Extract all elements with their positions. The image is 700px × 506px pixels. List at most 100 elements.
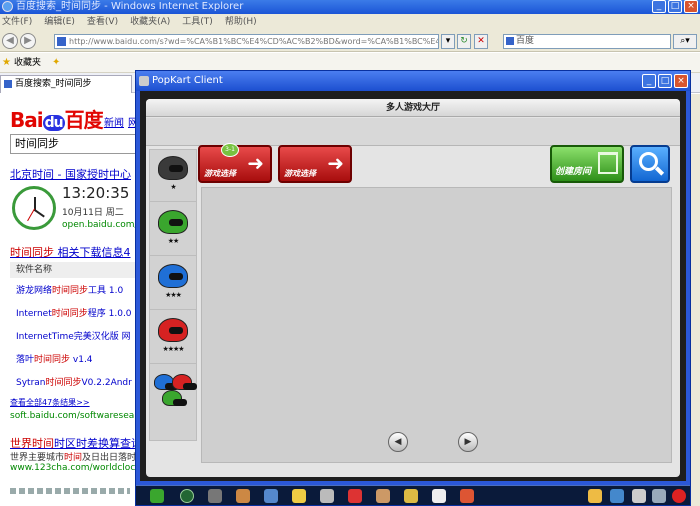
helmet-icon [154,374,179,390]
helmet-icon [158,156,188,180]
ie-tab-title: 百度搜索_时间同步 [15,79,92,89]
back-arrow-icon[interactable]: ◀ [2,33,18,49]
download-item[interactable]: 落叶时间同步 v1.4 [16,352,93,365]
tools-icon[interactable] [320,489,334,503]
folder-icon[interactable] [404,489,418,503]
result-url[interactable]: www.123cha.com/worldclock/ 2 [10,463,152,473]
result-title-truncated[interactable] [10,488,130,494]
result-title-beijing-time[interactable]: 北京时间 - 国家授时中心 [10,166,131,182]
helmet-icon [158,264,188,288]
ie-maximize-button[interactable]: □ [668,0,682,13]
menu-favorites[interactable]: 收藏夹(A) [130,14,170,30]
download-item[interactable]: Sytran时间同步V0.2.2Andr [16,375,132,388]
lock-icon[interactable] [292,489,306,503]
download-url[interactable]: soft.baidu.com/softwaresearch/ [10,411,151,421]
baidu-search-input[interactable]: 时间同步 [10,134,140,154]
rank-item-1[interactable]: ★ [150,150,196,202]
pk-maximize-button[interactable]: □ [658,74,672,88]
menu-view[interactable]: 查看(V) [87,14,118,30]
heart-icon[interactable] [348,489,362,503]
helmet-icon [158,210,188,234]
book-icon[interactable] [432,489,446,503]
popkart-title: PopKart Client [152,75,223,86]
lobby-header-band [146,118,680,146]
rank-item-3[interactable]: ★★★ [150,258,196,310]
rank-sidebar: ★ ★★ ★★★ ★★★★ [149,149,197,441]
prev-page-button[interactable]: ◀ [388,432,408,452]
address-input[interactable]: http://www.baidu.com/s?wd=%CA%B1%BC%E4%C… [54,34,439,49]
helmet-icon [162,390,187,406]
menu-file[interactable]: 文件(F) [2,14,32,30]
helmet-icon [158,318,188,342]
download-item[interactable]: InternetTime完美汉化版 网 [16,329,131,342]
search-icon[interactable] [652,489,666,503]
result-title-world-time[interactable]: 世界时间时区时差换算查询 [10,435,142,451]
rank-item-all[interactable] [150,366,197,418]
popkart-window: PopKart Client _ □ × 多人游戏大厅 ★ ★★ ★★★ ★★★… [135,70,691,506]
favorites-star-icon[interactable]: ★ [2,53,11,73]
rank-stars: ★★★ [165,291,182,299]
ie-close-button[interactable]: × [684,0,698,13]
address-dropdown-icon[interactable]: ▾ [441,34,455,49]
clock-url[interactable]: open.baidu.com/ - [62,220,144,230]
pk-close-button[interactable]: × [674,74,688,88]
page-icon [57,37,66,46]
dice-icon[interactable] [264,489,278,503]
menu-help[interactable]: 帮助(H) [225,14,257,30]
room-icon [598,152,618,174]
stop-icon[interactable]: ✕ [474,34,488,49]
baidu-logo[interactable]: Bai du 百度 [10,104,104,133]
wrench-icon[interactable] [376,489,390,503]
record-icon[interactable] [460,489,474,503]
menu-tools[interactable]: 工具(T) [182,14,213,30]
search-input[interactable]: 百度 [503,34,671,49]
pk-minimize-button[interactable]: _ [642,74,656,88]
download-item[interactable]: 游龙网络时间同步工具 1.0 [16,283,123,296]
rank-stars: ★ [170,183,176,191]
search-go-icon[interactable]: ⌕▾ [673,34,697,49]
nav-news-link[interactable]: 新闻 [104,114,124,129]
character-icon[interactable] [236,489,250,503]
clock-time: 13:20:35 [62,184,130,202]
logo-text-cn: 百度 [64,108,104,132]
ie-logo-icon [2,1,13,12]
rank-item-2[interactable]: ★★ [150,204,196,256]
calculator-icon[interactable] [208,489,222,503]
scissors-icon[interactable] [632,489,646,503]
kart-app-icon [139,76,149,86]
power-icon[interactable] [672,489,686,503]
download-results-title[interactable]: 时间同步 相关下载信息4 [10,244,131,260]
download-item[interactable]: Internet时间同步程序 1.0.0 [16,306,132,319]
download-more-link[interactable]: 查看全部47条结果>> [10,397,90,408]
ie-menu-bar: 文件(F) 编辑(E) 查看(V) 收藏夹(A) 工具(T) 帮助(H) [0,14,700,30]
download-column-header: 软件名称 [10,262,136,278]
favorites-label[interactable]: 收藏夹 [14,58,41,68]
search-engine-icon [506,37,514,45]
popkart-client-area: 多人游戏大厅 ★ ★★ ★★★ ★★★★ ➜ 游戏选择 ➜ 游戏选择 3-1 创… [140,91,686,481]
game-select-button-2[interactable]: ➜ 游戏选择 [278,145,352,183]
helmet-icon [172,374,197,390]
popkart-title-bar[interactable]: PopKart Client _ □ × [136,71,690,91]
create-room-button[interactable]: 创建房间 [550,145,624,183]
settings-icon[interactable] [610,489,624,503]
back-icon[interactable] [180,489,194,503]
popkart-bottom-toolbar [136,485,690,505]
level-badge: 3-1 [221,143,239,157]
rank-item-4[interactable]: ★★★★ [150,312,196,364]
kart-icon[interactable] [150,489,164,503]
clock-date: 10月11日 周二 [62,208,124,218]
arrow-right-icon: ➜ [327,151,344,175]
search-room-button[interactable] [630,145,670,183]
ie-minimize-button[interactable]: _ [652,0,666,13]
logo-text-du: du [42,115,65,131]
menu-edit[interactable]: 编辑(E) [44,14,75,30]
add-favorite-icon[interactable]: ✦ [52,53,60,73]
rank-stars: ★★ [167,237,180,245]
forward-arrow-icon[interactable]: ▶ [20,33,36,49]
refresh-icon[interactable]: ↻ [457,34,471,49]
next-page-button[interactable]: ▶ [458,432,478,452]
ie-tab-active[interactable]: 百度搜索_时间同步 [0,75,132,93]
note-icon[interactable] [588,489,602,503]
tab-page-icon [4,80,12,88]
lobby-title: 多人游戏大厅 [146,99,680,117]
